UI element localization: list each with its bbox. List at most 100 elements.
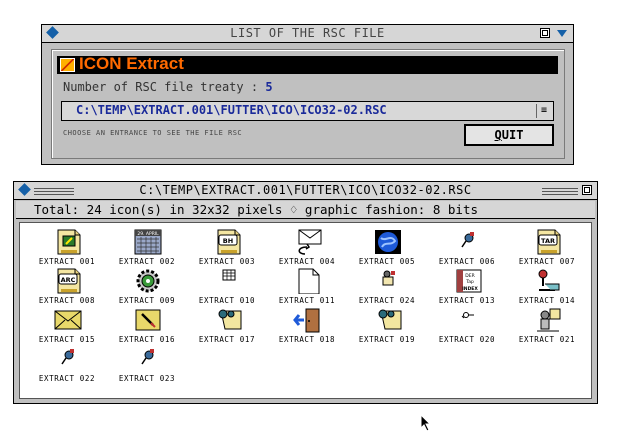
icon-label: EXTRACT 021 xyxy=(518,335,576,344)
tar-document-icon: TAR xyxy=(537,229,561,255)
quit-shortcut: Q xyxy=(494,128,502,142)
svg-text:BH: BH xyxy=(223,237,233,245)
exit-door-icon xyxy=(293,308,320,333)
icon-entry[interactable]: EXTRACT 015 xyxy=(31,307,103,345)
icon-entry[interactable]: EXTRACT 024 xyxy=(351,268,423,306)
icon-entry[interactable]: DER Tap INDEX EXTRACT 013 xyxy=(431,268,503,306)
icon-label: EXTRACT 017 xyxy=(198,335,256,344)
icon-extract-logo-icon xyxy=(60,58,75,72)
dialog-panel: ICON Extract Number of RSC file treaty :… xyxy=(51,49,565,159)
icon-label: EXTRACT 007 xyxy=(518,257,576,266)
fuller-icon[interactable] xyxy=(582,185,592,195)
icon-label: EXTRACT 022 xyxy=(38,374,96,383)
icon-entry[interactable]: EXTRACT 023 xyxy=(111,346,183,384)
svg-text:TAR: TAR xyxy=(541,237,555,245)
rsc-list-dialog: LIST OF THE RSC FILE ICON Extract Number… xyxy=(41,24,574,165)
dialog-title: LIST OF THE RSC FILE xyxy=(230,26,385,40)
icon-entry[interactable]: EXTRACT 016 xyxy=(111,307,183,345)
icon-label: EXTRACT 011 xyxy=(278,296,336,305)
viewer-titlebar[interactable]: C:\TEMP\EXTRACT.001\FUTTER\ICO\ICO32-02.… xyxy=(14,182,597,200)
icon-entry[interactable]: BH EXTRACT 003 xyxy=(191,229,263,267)
quit-label: UIT xyxy=(501,128,524,142)
pin-note-icon xyxy=(218,309,242,330)
arc-document-icon: ARC xyxy=(57,268,81,294)
icon-label: EXTRACT 018 xyxy=(278,335,336,344)
icon-label: EXTRACT 008 xyxy=(38,296,96,305)
icon-entry[interactable]: EXTRACT 010 xyxy=(191,268,263,306)
icon-label: EXTRACT 010 xyxy=(198,296,256,305)
mail-return-icon xyxy=(298,229,322,255)
svg-text:ARC: ARC xyxy=(61,276,76,284)
icon-label: EXTRACT 019 xyxy=(358,335,416,344)
viewer-title: C:\TEMP\EXTRACT.001\FUTTER\ICO\ICO32-02.… xyxy=(139,183,472,197)
rsc-count-value: 5 xyxy=(265,80,273,94)
rsc-file-select[interactable]: C:\TEMP\EXTRACT.001\FUTTER\ICO\ICO32-02.… xyxy=(61,101,554,121)
icon-label: EXTRACT 009 xyxy=(118,296,176,305)
icon-entry[interactable]: TAR EXTRACT 007 xyxy=(511,229,583,267)
icon-entry[interactable]: EXTRACT 019 xyxy=(351,307,423,345)
dialog-titlebar[interactable]: LIST OF THE RSC FILE xyxy=(42,25,573,43)
small-pin-icon xyxy=(61,349,74,365)
banner-title: ICON Extract xyxy=(79,54,184,73)
small-figure-icon xyxy=(382,270,395,286)
icon-label: EXTRACT 014 xyxy=(518,296,576,305)
icon-entry[interactable]: EXTRACT 021 xyxy=(511,307,583,345)
icon-label: EXTRACT 020 xyxy=(438,335,496,344)
hint-text: CHOOSE AN ENTRANCE TO SEE THE FILE RSC xyxy=(63,129,243,137)
icon-label: EXTRACT 005 xyxy=(358,257,416,266)
icon-label: EXTRACT 006 xyxy=(438,257,496,266)
index-card-icon: DERTapINDEX xyxy=(456,269,482,293)
svg-text:Tap: Tap xyxy=(465,279,474,285)
icon-label: EXTRACT 023 xyxy=(118,374,176,383)
icon-entry[interactable]: EXTRACT 001 xyxy=(31,229,103,267)
icon-label: EXTRACT 002 xyxy=(118,257,176,266)
calendar-icon: 29. APRIL xyxy=(134,229,162,255)
pin-note-icon xyxy=(378,309,402,330)
icon-entry[interactable]: EXTRACT 009 xyxy=(111,268,183,306)
dropdown-icon[interactable]: ≡ xyxy=(536,104,551,118)
iconify-icon[interactable] xyxy=(557,30,567,37)
icon-viewer-window: C:\TEMP\EXTRACT.001\FUTTER\ICO\ICO32-02.… xyxy=(13,181,598,404)
small-grid-icon xyxy=(222,269,236,281)
info-bar: Total: 24 icon(s) in 32x32 pixels ♢ grap… xyxy=(16,201,595,219)
icon-canvas: EXTRACT 001 29. APRIL EXTRACT 002 BH EXTRACT… xyxy=(19,222,592,399)
icon-entry[interactable]: EXTRACT 018 xyxy=(271,307,343,345)
svg-text:INDEX: INDEX xyxy=(462,286,478,292)
svg-text:29. APRIL: 29. APRIL xyxy=(137,231,159,237)
icon-label: EXTRACT 013 xyxy=(438,296,496,305)
icon-label: EXTRACT 003 xyxy=(198,257,256,266)
icon-entry[interactable]: EXTRACT 017 xyxy=(191,307,263,345)
icon-entry[interactable]: EXTRACT 011 xyxy=(271,268,343,306)
icon-entry[interactable]: EXTRACT 005 xyxy=(351,229,423,267)
small-pin-icon xyxy=(141,349,154,365)
icon-entry[interactable]: EXTRACT 004 xyxy=(271,229,343,267)
icon-entry[interactable]: ARC EXTRACT 008 xyxy=(31,268,103,306)
icon-entry[interactable]: EXTRACT 022 xyxy=(31,346,103,384)
icon-entry[interactable]: EXTRACT 014 xyxy=(511,268,583,306)
blue-globe-icon xyxy=(375,230,401,254)
fuller-icon[interactable] xyxy=(540,28,550,38)
icon-entry[interactable]: EXTRACT 006 xyxy=(431,229,503,267)
small-pin-icon xyxy=(461,232,474,248)
quit-button[interactable]: QUIT xyxy=(464,124,554,146)
rsc-file-path: C:\TEMP\EXTRACT.001\FUTTER\ICO\ICO32-02.… xyxy=(76,103,387,117)
gear-icon xyxy=(136,269,160,293)
icon-label: EXTRACT 001 xyxy=(38,257,96,266)
mouse-pointer-icon xyxy=(420,414,432,432)
icon-entry[interactable]: EXTRACT 020 xyxy=(431,307,503,345)
icon-label: EXTRACT 016 xyxy=(118,335,176,344)
banner: ICON Extract xyxy=(57,54,558,74)
bh-document-icon: BH xyxy=(217,229,241,255)
blank-page-icon xyxy=(298,268,320,294)
titlebar-stripes-right xyxy=(542,187,578,195)
small-key-icon xyxy=(461,312,474,319)
figure-note-icon xyxy=(537,308,561,332)
envelope-icon xyxy=(54,310,82,330)
icon-label: EXTRACT 015 xyxy=(38,335,96,344)
document-stamp-icon xyxy=(57,229,81,255)
icon-entry[interactable]: 29. APRIL EXTRACT 002 xyxy=(111,229,183,267)
icon-info: Total: 24 icon(s) in 32x32 pixels ♢ grap… xyxy=(34,202,479,217)
icon-label: EXTRACT 004 xyxy=(278,257,336,266)
svg-text:DER: DER xyxy=(465,273,474,279)
hand-key-icon xyxy=(538,269,560,291)
